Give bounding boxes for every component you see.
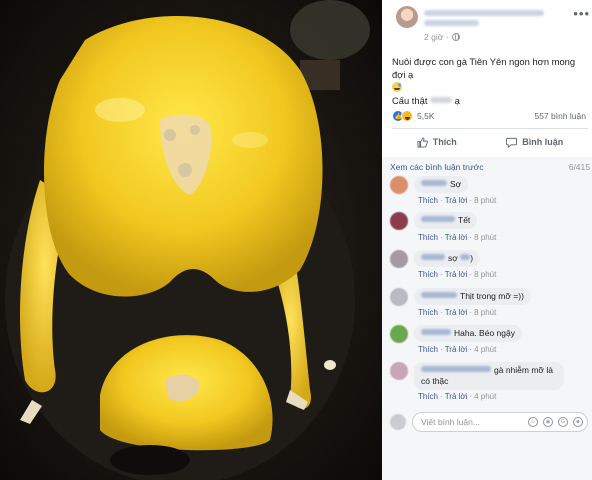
comment-bubble: Tết: [414, 212, 478, 229]
comment-button-label: Bình luận: [522, 137, 564, 147]
comment-like-link[interactable]: Thích: [418, 392, 438, 401]
comment-like-link[interactable]: Thích: [418, 196, 438, 205]
comment-time[interactable]: 4 phút: [474, 345, 496, 354]
post-actions: Thích Bình luận: [392, 132, 588, 152]
chicken-photo-illustration: [0, 0, 382, 480]
facebook-post-panel: 2 giờ · ••• Nuôi được con gà Tiên Yên ng…: [382, 0, 592, 480]
comment-bubble-icon: [506, 137, 518, 148]
caption-line-2: Cấu thật ạ: [392, 95, 460, 106]
comment-meta: Thích · Trả lời · 8 phút: [418, 308, 497, 317]
commenter-avatar[interactable]: [390, 362, 408, 380]
comment-bubble: Sợ: [414, 176, 469, 193]
haha-reaction-icon[interactable]: [401, 110, 413, 122]
comment-button[interactable]: Bình luận: [506, 132, 563, 152]
post-header: 2 giờ · •••: [390, 4, 592, 44]
comment-like-link[interactable]: Thích: [418, 345, 438, 354]
reactions-summary: 5,5K 557 bình luận: [392, 110, 588, 124]
comment-bubble: gà nhiễm mỡ là có thặc: [414, 362, 564, 390]
comment-meta: Thích · Trả lời · 8 phút: [418, 270, 497, 279]
post-time-row: 2 giờ ·: [424, 32, 461, 42]
commenter-avatar[interactable]: [390, 288, 408, 306]
commenter-name-blurred[interactable]: [421, 366, 491, 372]
comment-reply-link[interactable]: Trả lời: [445, 308, 468, 317]
commenter-name-blurred[interactable]: [421, 254, 445, 260]
divider-top: [392, 128, 588, 129]
comment-meta: Thích · Trả lời · 8 phút: [418, 233, 497, 242]
comment-bubble: Haha. Béo ngậy: [414, 325, 522, 342]
thumbs-up-icon: [417, 136, 428, 148]
author-name-blurred[interactable]: [424, 10, 544, 16]
view-previous-comments-link[interactable]: Xem các bình luận trước: [390, 162, 483, 172]
emoji-icon[interactable]: ☺: [528, 417, 538, 427]
gif-icon[interactable]: G: [558, 417, 568, 427]
commenter-avatar[interactable]: [390, 212, 408, 230]
sticker-icon[interactable]: ☻: [573, 417, 583, 427]
comment-time[interactable]: 8 phút: [474, 270, 496, 279]
write-comment-input[interactable]: Viết bình luận... ☺ ◉ G ☻: [412, 412, 588, 432]
commenter-name-blurred[interactable]: [421, 292, 457, 298]
like-button-label: Thích: [432, 137, 457, 147]
camera-icon[interactable]: ◉: [543, 417, 553, 427]
comment-meta: Thích · Trả lời · 8 phút: [418, 196, 497, 205]
reactions-count[interactable]: 5,5K: [417, 111, 435, 121]
commenter-avatar[interactable]: [390, 176, 408, 194]
comment-reply-link[interactable]: Trả lời: [445, 233, 468, 242]
commenter-name-blurred[interactable]: [421, 216, 455, 222]
commenter-avatar[interactable]: [390, 250, 408, 268]
blurred-emoticon: [460, 254, 471, 260]
comment-time[interactable]: 8 phút: [474, 233, 496, 242]
comment-meta: Thích · Trả lời · 4 phút: [418, 345, 497, 354]
commenter-name-blurred[interactable]: [421, 180, 447, 186]
commenter-name-blurred[interactable]: [421, 329, 451, 335]
group-name-blurred[interactable]: [424, 20, 479, 26]
comment-bubble: Thịt trong mỡ =)): [414, 288, 531, 305]
view-previous-row: Xem các bình luận trước 6/415: [390, 162, 590, 172]
comment-time[interactable]: 8 phút: [474, 308, 496, 317]
comment-reply-link[interactable]: Trả lời: [445, 270, 468, 279]
comment-like-link[interactable]: Thích: [418, 233, 438, 242]
post-caption: Nuôi được con gà Tiên Yên ngon hơn mong …: [392, 55, 588, 107]
comment-reply-link[interactable]: Trả lời: [445, 345, 468, 354]
post-photo[interactable]: [0, 0, 382, 480]
comment-bubble: sợ ): [414, 250, 481, 267]
more-options-icon[interactable]: •••: [573, 6, 590, 21]
comment-reply-link[interactable]: Trả lời: [445, 392, 468, 401]
write-comment-placeholder: Viết bình luận...: [421, 417, 480, 427]
comment-like-link[interactable]: Thích: [418, 270, 438, 279]
author-avatar[interactable]: [396, 6, 418, 28]
current-user-avatar: [390, 414, 406, 430]
comment-meta: Thích · Trả lời · 4 phút: [418, 392, 497, 401]
caption-line-1: Nuôi được con gà Tiên Yên ngon hơn mong …: [392, 56, 576, 80]
blurred-word: [430, 97, 453, 103]
commenter-avatar[interactable]: [390, 325, 408, 343]
like-button[interactable]: Thích: [417, 132, 457, 152]
post-time[interactable]: 2 giờ: [424, 32, 443, 42]
comment-like-link[interactable]: Thích: [418, 308, 438, 317]
comment-time[interactable]: 4 phút: [474, 392, 496, 401]
comment-time[interactable]: 8 phút: [474, 196, 496, 205]
comment-reply-link[interactable]: Trả lời: [445, 196, 468, 205]
comment-input-tools: ☺ ◉ G ☻: [528, 417, 583, 427]
sweat-smile-emoji-icon: [392, 82, 402, 92]
globe-icon: [452, 33, 461, 41]
comments-pagination: 6/415: [568, 162, 590, 172]
comments-count[interactable]: 557 bình luận: [534, 111, 586, 121]
